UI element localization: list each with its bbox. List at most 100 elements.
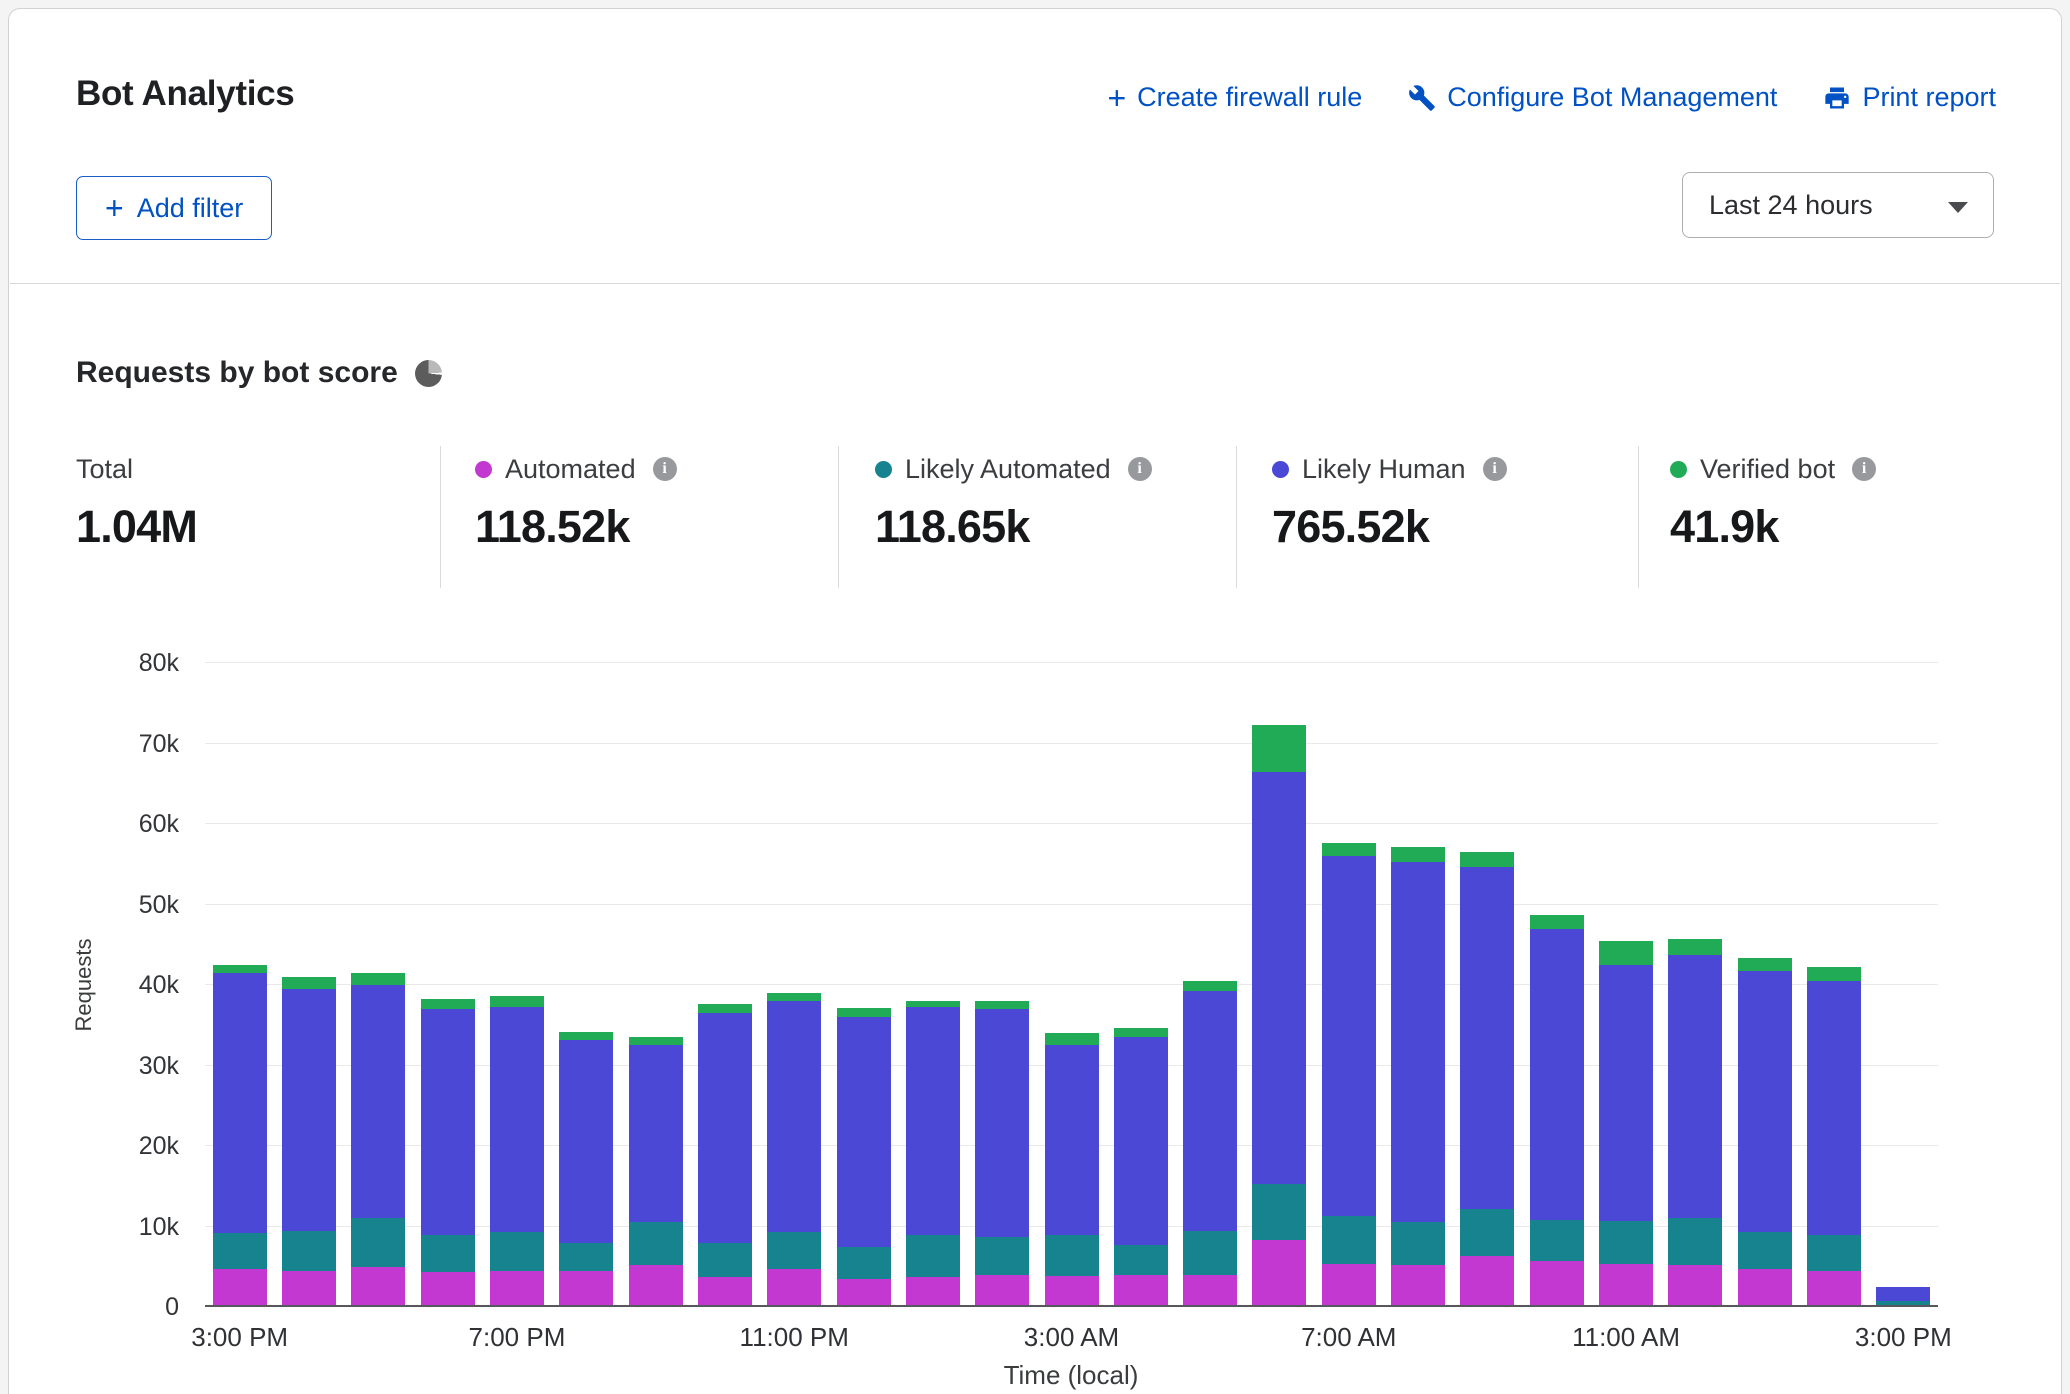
pie-chart-icon xyxy=(415,360,442,387)
bar-segment-likely-human xyxy=(698,1013,752,1242)
bar-12-00-am[interactable] xyxy=(837,1008,891,1307)
bar-segment-likely-automated xyxy=(767,1232,821,1269)
stat-automated-label: Automated xyxy=(505,454,636,485)
bar-segment-verified-bot xyxy=(559,1032,613,1040)
gridline xyxy=(205,662,1938,663)
bar-segment-likely-human xyxy=(1668,955,1722,1218)
bar-segment-likely-human xyxy=(282,989,336,1231)
bar-2-00-pm[interactable] xyxy=(1807,967,1861,1307)
bar-segment-verified-bot xyxy=(1738,958,1792,971)
bar-segment-verified-bot xyxy=(698,1004,752,1014)
bar-segment-likely-automated xyxy=(837,1247,891,1279)
print-report-link[interactable]: Print report xyxy=(1823,82,1996,113)
bar-segment-likely-automated xyxy=(1114,1245,1168,1275)
create-firewall-rule-link[interactable]: Create firewall rule xyxy=(1107,82,1362,113)
bar-5-00-am[interactable] xyxy=(1183,981,1237,1307)
y-tick-label: 30k xyxy=(0,1052,192,1080)
stat-total-label: Total xyxy=(76,454,133,485)
bar-8-00-am[interactable] xyxy=(1391,847,1445,1307)
bar-segment-likely-automated xyxy=(213,1233,267,1269)
y-tick-label: 40k xyxy=(0,971,192,999)
bar-1-00-am[interactable] xyxy=(906,1001,960,1307)
print-report-label: Print report xyxy=(1862,82,1996,113)
bar-segment-verified-bot xyxy=(1322,843,1376,857)
bar-4-00-pm[interactable] xyxy=(282,977,336,1307)
bar-segment-likely-automated xyxy=(1668,1218,1722,1265)
chevron-down-icon xyxy=(1947,190,1969,221)
plot-area xyxy=(205,663,1938,1307)
bar-segment-likely-automated xyxy=(1322,1216,1376,1264)
bar-7-00-am[interactable] xyxy=(1322,843,1376,1307)
bar-segment-verified-bot xyxy=(421,999,475,1009)
time-range-select[interactable]: Last 24 hours xyxy=(1682,172,1994,238)
bar-12-00-pm[interactable] xyxy=(1668,939,1722,1307)
bar-segment-verified-bot xyxy=(629,1037,683,1045)
bar-segment-likely-human xyxy=(629,1045,683,1222)
bar-segment-likely-human xyxy=(421,1009,475,1234)
bar-segment-automated xyxy=(351,1267,405,1307)
x-tick-label: 11:00 AM xyxy=(1572,1322,1680,1353)
bar-10-00-am[interactable] xyxy=(1530,915,1584,1307)
bar-1-00-pm[interactable] xyxy=(1738,958,1792,1307)
bar-segment-likely-human xyxy=(1183,991,1237,1231)
info-icon[interactable] xyxy=(653,457,677,481)
stat-divider xyxy=(838,446,839,588)
stat-verified-bot-label: Verified bot xyxy=(1700,454,1835,485)
stat-likely-human-label: Likely Human xyxy=(1302,454,1466,485)
bar-3-00-pm[interactable] xyxy=(1876,1287,1930,1307)
plus-icon xyxy=(105,195,124,221)
info-icon[interactable] xyxy=(1852,457,1876,481)
bar-segment-likely-automated xyxy=(975,1237,1029,1275)
bar-9-00-pm[interactable] xyxy=(629,1037,683,1307)
bar-segment-likely-human xyxy=(1391,862,1445,1223)
bar-segment-likely-automated xyxy=(559,1243,613,1271)
bar-segment-likely-human xyxy=(767,1001,821,1232)
bar-segment-likely-human xyxy=(490,1007,544,1232)
bar-segment-likely-human xyxy=(1599,965,1653,1221)
y-axis: 010k20k30k40k50k60k70k80k xyxy=(0,663,192,1307)
bar-segment-automated xyxy=(1183,1275,1237,1307)
bar-segment-verified-bot xyxy=(1807,967,1861,981)
bar-11-00-pm[interactable] xyxy=(767,993,821,1307)
bar-segment-likely-automated xyxy=(282,1231,336,1271)
x-tick-label: 3:00 AM xyxy=(1024,1322,1119,1353)
printer-icon xyxy=(1823,84,1851,112)
bar-10-00-pm[interactable] xyxy=(698,1004,752,1307)
x-tick-label: 3:00 PM xyxy=(191,1322,288,1353)
add-filter-button[interactable]: Add filter xyxy=(76,176,272,240)
bar-4-00-am[interactable] xyxy=(1114,1028,1168,1307)
bar-segment-verified-bot xyxy=(1668,939,1722,955)
bar-segment-automated xyxy=(1252,1240,1306,1307)
y-tick-label: 60k xyxy=(0,810,192,838)
bar-2-00-am[interactable] xyxy=(975,1001,1029,1307)
bar-segment-verified-bot xyxy=(213,965,267,973)
info-icon[interactable] xyxy=(1483,457,1507,481)
bar-segment-likely-human xyxy=(837,1017,891,1246)
bar-3-00-am[interactable] xyxy=(1045,1033,1099,1307)
stat-likely-human[interactable]: Likely Human 765.52k xyxy=(1272,452,1507,553)
bar-segment-automated xyxy=(1460,1256,1514,1307)
bar-9-00-am[interactable] xyxy=(1460,852,1514,1307)
bar-segment-likely-automated xyxy=(906,1235,960,1278)
bar-6-00-pm[interactable] xyxy=(421,999,475,1307)
bar-segment-verified-bot xyxy=(837,1008,891,1018)
stat-verified-bot[interactable]: Verified bot 41.9k xyxy=(1670,452,1876,553)
bar-5-00-pm[interactable] xyxy=(351,973,405,1307)
bar-segment-likely-human xyxy=(1738,971,1792,1232)
y-tick-label: 20k xyxy=(0,1132,192,1160)
stat-automated[interactable]: Automated 118.52k xyxy=(475,452,677,553)
bar-3-00-pm[interactable] xyxy=(213,965,267,1307)
bar-segment-likely-automated xyxy=(1530,1220,1584,1261)
gridline xyxy=(205,743,1938,744)
bar-7-00-pm[interactable] xyxy=(490,996,544,1307)
stat-likely-automated[interactable]: Likely Automated 118.65k xyxy=(875,452,1152,553)
bar-6-00-am[interactable] xyxy=(1252,725,1306,1307)
bar-11-00-am[interactable] xyxy=(1599,941,1653,1307)
stat-total-value: 1.04M xyxy=(76,501,197,553)
plus-icon xyxy=(1107,85,1126,111)
bar-8-00-pm[interactable] xyxy=(559,1032,613,1307)
bar-segment-automated xyxy=(1391,1265,1445,1307)
info-icon[interactable] xyxy=(1128,457,1152,481)
stat-likely-human-value: 765.52k xyxy=(1272,501,1507,553)
configure-bot-management-link[interactable]: Configure Bot Management xyxy=(1408,82,1777,113)
